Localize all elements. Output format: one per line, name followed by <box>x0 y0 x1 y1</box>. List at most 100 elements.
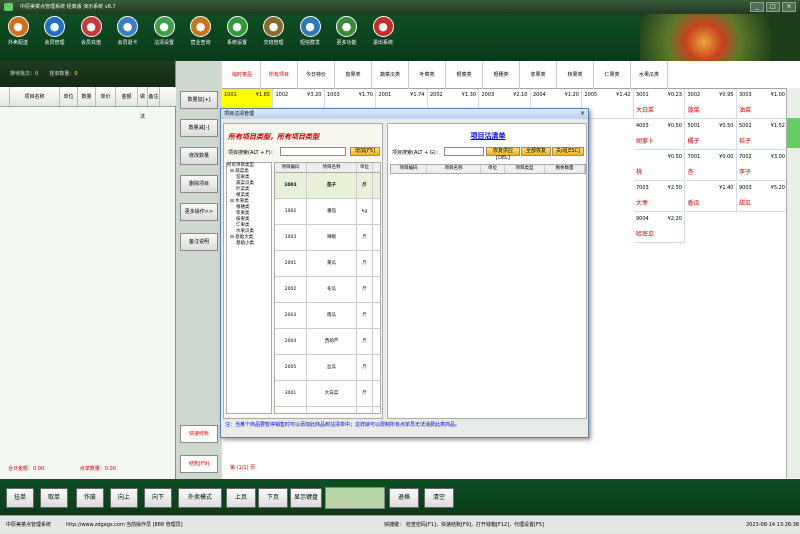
dish-price: ¥1.70 <box>358 92 373 98</box>
scooter-icon: ● <box>7 16 29 37</box>
category-tab-7[interactable]: 根穗类 <box>483 61 520 89</box>
restore-supply-button[interactable]: 恢复供应[DEL] <box>486 147 520 161</box>
dish-cell[interactable]: 7002 ¥3.00 李子 <box>737 151 788 181</box>
item-row[interactable]: 1002 番茄 kg <box>275 199 380 225</box>
category-tab-0[interactable]: 临时菜品 <box>224 61 261 89</box>
item-row[interactable]: 2002 冬瓜斤 <box>275 277 380 303</box>
bottom-button-9[interactable]: 退格 <box>389 488 419 508</box>
dish-cell[interactable]: 3002 ¥0.95 菠菜 <box>685 89 737 119</box>
add-soldout-button[interactable]: 增加[F5] <box>350 147 380 156</box>
bottom-button-8[interactable]: 显示键盘 <box>290 488 322 508</box>
mid-button-4[interactable]: 更多操作>> <box>180 203 218 221</box>
toolbar-member-button[interactable]: ● 会员管理 <box>40 16 70 59</box>
dish-cell[interactable]: 4003 ¥0.50 胡萝卜 <box>634 120 685 150</box>
tree-node[interactable]: 基础小类 <box>227 241 271 247</box>
item-row[interactable]: 2004 西葫芦斤 <box>275 329 380 355</box>
dish-cell[interactable]: 5001 ¥0.50 橘子 <box>685 120 737 150</box>
dish-name: 杏 <box>687 169 694 176</box>
dish-price: ¥0.50 <box>667 154 682 160</box>
bottom-button-4[interactable]: 向下 <box>144 488 172 508</box>
category-tab-10[interactable]: 仁果类 <box>594 61 631 89</box>
soldout-col-header: 项目名称 <box>427 165 481 173</box>
item-row[interactable]: 3002菠菜斤 <box>275 407 380 413</box>
bottom-button-3[interactable]: 向上 <box>110 488 138 508</box>
item-row[interactable]: 2003 南瓜斤 <box>275 303 380 329</box>
toolbar-card-button[interactable]: ● 会员充值 <box>76 16 106 59</box>
dish-cell[interactable]: 2005 ¥1.42 <box>582 89 634 119</box>
category-tab-5[interactable]: 叶菜类 <box>409 61 446 89</box>
mid-button-5[interactable]: 备注说明 <box>180 233 218 251</box>
order-col-4: 单价 <box>96 87 116 106</box>
dish-cell[interactable]: ¥0.50 桃 <box>634 151 685 181</box>
soldout-col-header: 项目编码 <box>391 165 427 173</box>
more-icon: ● <box>336 16 357 37</box>
status-url[interactable]: http://www.zdgegs.com <box>66 516 125 534</box>
dialog-close-button[interactable]: 关闭[ESC] <box>552 147 584 156</box>
bottom-button-7[interactable]: 下页 <box>258 488 288 508</box>
mid-button-2[interactable]: 修改数量 <box>180 147 218 165</box>
dish-cell[interactable]: 7001 ¥0.00 杏 <box>685 151 737 181</box>
category-tab-2[interactable]: 今日特价 <box>298 61 335 89</box>
close-icon[interactable]: × <box>782 2 796 12</box>
dish-cell[interactable]: 7003 ¥2.50 大枣 <box>634 182 685 212</box>
dish-cell[interactable]: 3001 ¥0.23 大白菜 <box>634 89 685 119</box>
dish-name: 菠菜 <box>687 107 700 114</box>
mid-button-1[interactable]: 数量减[-] <box>180 119 218 137</box>
keyboard-input[interactable] <box>325 487 385 509</box>
bottom-button-6[interactable]: 上页 <box>226 488 256 508</box>
toolbar-scooter-button[interactable]: ● 外卖配送 <box>3 16 33 59</box>
toolbar-message-button[interactable]: ● 短信群发 <box>295 16 325 59</box>
item-unit: 斤 <box>357 225 373 250</box>
toolbar-label: 会员退卡 <box>117 40 138 46</box>
dish-cell[interactable]: ¥1.40 香瓜 <box>685 182 737 212</box>
mid-button-6[interactable]: 快速结账 <box>180 425 218 443</box>
item-search-input[interactable] <box>280 147 346 156</box>
item-row[interactable]: 1001 茄子斤 <box>275 173 380 199</box>
dialog-close-icon[interactable]: × <box>580 109 585 119</box>
soldout-list-heading: 项目沽清单 <box>470 132 506 140</box>
soldout-search-input[interactable] <box>444 147 484 156</box>
dish-name: 甜瓜 <box>739 200 752 207</box>
restore-all-button[interactable]: 全部恢复 <box>521 147 551 156</box>
mid-button-7[interactable]: 结账[F9] <box>180 455 218 473</box>
toolbar-power-button[interactable]: ● 退出系统 <box>368 16 398 59</box>
category-tab-11[interactable]: 水果瓜类 <box>631 61 668 89</box>
dish-cell[interactable]: 3003 ¥1.00 油菜 <box>737 89 788 119</box>
category-tab-4[interactable]: 蔬菜瓜类 <box>372 61 409 89</box>
toolbar-more-button[interactable]: ● 更多功能 <box>332 16 362 59</box>
item-row[interactable]: 1003 辣椒斤 <box>275 225 380 251</box>
dish-cell[interactable]: 9003 ¥5.20 甜瓜 <box>737 182 788 212</box>
category-tab-1[interactable]: 所有项目 <box>261 61 298 89</box>
page-indicator: 第 (1/1) 页 <box>230 465 256 471</box>
item-row[interactable]: 3001 大白菜斤 <box>275 381 380 407</box>
toolbar-search-button[interactable]: ● 营业查询 <box>186 16 216 59</box>
bottom-button-5[interactable]: 外卖模式 <box>178 488 222 508</box>
menu-scrollbar[interactable] <box>786 88 800 478</box>
bottom-button-0[interactable]: 挂单 <box>6 488 34 508</box>
item-unit: 斤 <box>357 329 373 354</box>
bottom-button-1[interactable]: 取单 <box>40 488 68 508</box>
dish-code: 3002 <box>687 92 701 98</box>
dish-cell[interactable]: 5002 ¥1.52 桔子 <box>737 120 788 150</box>
minimize-icon[interactable]: _ <box>750 2 764 12</box>
item-row[interactable]: 2001 黄瓜斤 <box>275 251 380 277</box>
item-row[interactable]: 2005 丝瓜斤 <box>275 355 380 381</box>
category-tab-8[interactable]: 浆果类 <box>520 61 557 89</box>
dish-cell[interactable]: 9004 ¥2.20 哈密瓜 <box>634 213 685 243</box>
toolbar-gear-button[interactable]: ● 系统设置 <box>222 16 252 59</box>
toolbar-food-button[interactable]: ● 沽清设置 <box>149 16 179 59</box>
bottom-button-2[interactable]: 作废 <box>76 488 104 508</box>
mid-button-0[interactable]: 数量加[+] <box>180 91 218 109</box>
order-col-1: 项目名称 <box>10 87 60 106</box>
toolbar-card-return-button[interactable]: ● 会员退卡 <box>113 16 143 59</box>
maximize-icon[interactable]: □ <box>766 2 780 12</box>
category-tab-6[interactable]: 根菜类 <box>446 61 483 89</box>
toolbar-clipboard-button[interactable]: ● 交班管理 <box>259 16 289 59</box>
category-tab-3[interactable]: 茄果类 <box>335 61 372 89</box>
bottom-button-10[interactable]: 清空 <box>424 488 454 508</box>
mid-button-3[interactable]: 删除项目 <box>180 175 218 193</box>
scroll-thumb[interactable] <box>787 118 800 148</box>
category-tab-9[interactable]: 核果类 <box>557 61 594 89</box>
dish-price: ¥2.20 <box>667 216 682 222</box>
card-return-icon: ● <box>117 16 138 37</box>
